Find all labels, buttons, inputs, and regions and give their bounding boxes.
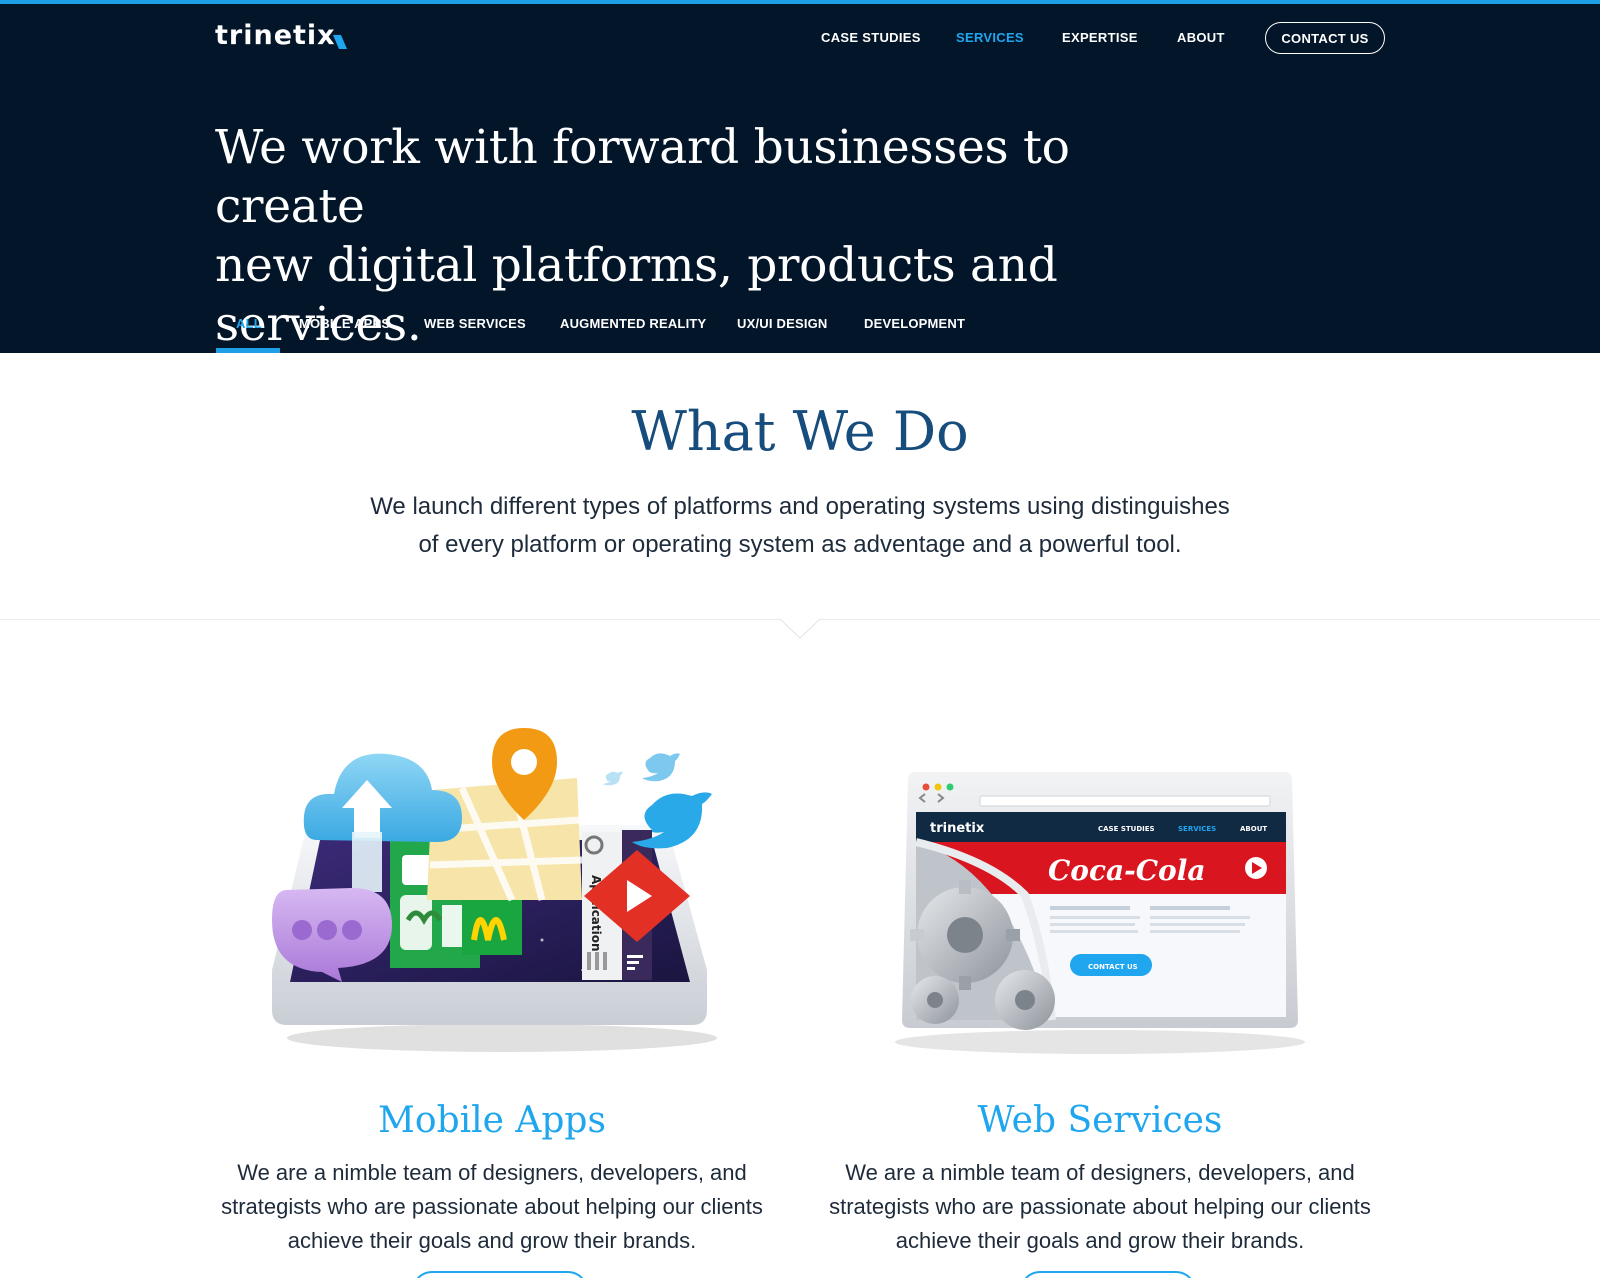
screen-contact-button: CONTACT US [1088,963,1138,971]
web-services-illustration: trinetix CASE STUDIES SERVICES ABOUT Coc… [895,772,1305,1054]
what-we-do-description: We launch different types of platforms a… [300,488,1300,564]
top-accent-bar [0,0,1600,4]
main-nav: CASE STUDIES SERVICES EXPERTISE ABOUT CO… [0,22,1600,54]
service-card-web-services: trinetix CASE STUDIES SERVICES ABOUT Coc… [820,720,1380,1278]
service-filter-tabs: ALL MOBILE APPS WEB SERVICES AUGMENTED R… [0,306,1600,353]
hero-section: trinetix CASE STUDIES SERVICES EXPERTISE… [0,0,1600,353]
what-we-do-desc-line1: We launch different types of platforms a… [370,493,1230,520]
web-services-desc-line3: achieve their goals and grow their brand… [895,1228,1305,1253]
filter-tab-web-services[interactable]: WEB SERVICES [424,316,526,331]
screen-nav-services: SERVICES [1178,825,1216,833]
screen-banner-brand: Coca-Cola [1048,854,1206,887]
filter-tab-all[interactable]: ALL [236,316,262,331]
nav-about[interactable]: ABOUT [1177,30,1225,45]
service-card-mobile-apps: Application Mobile Apps We are a nimble … [212,720,772,1278]
screen-nav-about: ABOUT [1240,825,1267,833]
small-gear-icon [995,970,1055,1030]
web-services-description: We are a nimble team of designers, devel… [820,1156,1380,1258]
mobile-apps-desc-line2: strategists who are passionate about hel… [221,1194,763,1219]
what-we-do-title: What We Do [631,400,969,463]
mobile-apps-desc-line3: achieve their goals and grow their brand… [287,1228,697,1253]
hero-title-line1: We work with forward businesses to creat… [215,120,1070,234]
web-services-title: Web Services [977,1100,1223,1141]
mobile-apps-description: We are a nimble team of designers, devel… [212,1156,772,1258]
small-gear-icon-2 [911,976,959,1024]
screen-nav-case-studies: CASE STUDIES [1098,825,1155,833]
mobile-apps-illustration: Application [272,728,717,1052]
divider-arrow-icon [780,608,820,639]
active-tab-indicator [216,348,280,353]
nav-services[interactable]: SERVICES [956,30,1024,45]
mobile-apps-button[interactable] [412,1271,588,1278]
filter-tab-ux-ui-design[interactable]: UX/UI DESIGN [737,316,828,331]
filter-tab-development[interactable]: DEVELOPMENT [864,316,965,331]
web-services-desc-line1: We are a nimble team of designers, devel… [845,1160,1355,1185]
web-services-button[interactable] [1020,1271,1196,1278]
contact-us-button[interactable]: CONTACT US [1265,22,1385,54]
web-services-desc-line2: strategists who are passionate about hel… [829,1194,1371,1219]
filter-tab-mobile-apps[interactable]: MOBILE APPS [299,316,390,331]
mobile-apps-desc-line1: We are a nimble team of designers, devel… [237,1160,747,1185]
nav-expertise[interactable]: EXPERTISE [1062,30,1138,45]
filter-tab-augmented-reality[interactable]: AUGMENTED REALITY [560,316,706,331]
mobile-apps-title: Mobile Apps [378,1100,606,1141]
screen-logo: trinetix [930,821,985,836]
what-we-do-desc-line2: of every platform or operating system as… [418,531,1182,558]
nav-case-studies[interactable]: CASE STUDIES [821,30,921,45]
